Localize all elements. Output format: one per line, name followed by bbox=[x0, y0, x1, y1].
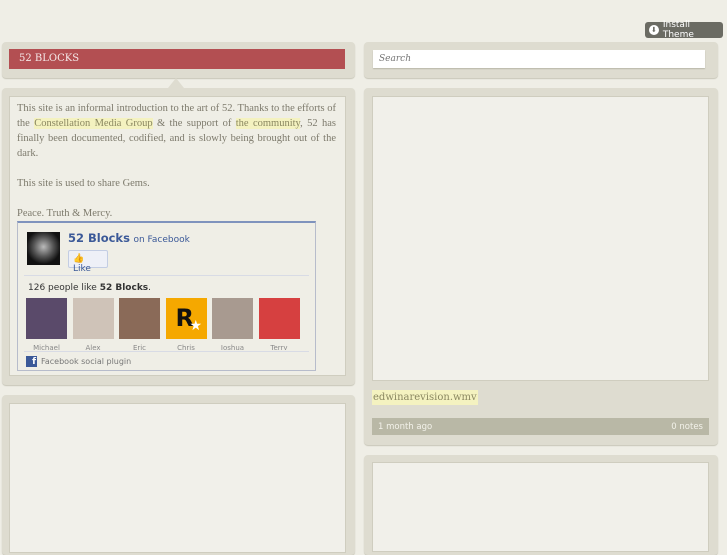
fan-name[interactable]: Joshua bbox=[212, 344, 253, 350]
facebook-page-link[interactable]: 52 Blocks on Facebook bbox=[68, 231, 190, 245]
facebook-icon: f bbox=[26, 356, 37, 367]
divider bbox=[24, 275, 309, 276]
fan-avatar[interactable] bbox=[26, 298, 67, 339]
text: & the support of bbox=[152, 118, 236, 129]
page-name[interactable]: 52 Blocks bbox=[68, 231, 130, 245]
fan-avatar[interactable] bbox=[72, 298, 114, 339]
count-text: 126 people like bbox=[28, 283, 100, 293]
on-facebook[interactable]: on Facebook bbox=[133, 235, 189, 245]
install-theme-button[interactable]: ⬇ Install Theme bbox=[645, 20, 723, 40]
fan-name[interactable]: Michael bbox=[26, 344, 67, 350]
constellation-media-group-link[interactable]: Constellation Media Group bbox=[34, 118, 153, 129]
video-player[interactable] bbox=[372, 96, 709, 381]
like-count: 126 people like 52 Blocks. bbox=[28, 283, 151, 293]
community-link[interactable]: the community bbox=[235, 118, 301, 129]
fan-avatar[interactable]: R ★ bbox=[165, 298, 207, 339]
gems-text: This site is used to share Gems. bbox=[17, 178, 150, 189]
download-icon: ⬇ bbox=[649, 25, 659, 35]
post-meta-bar: 1 month ago 0 notes bbox=[372, 418, 709, 435]
post-caption-link[interactable]: edwinarevision.wmv bbox=[372, 390, 478, 405]
blog-title[interactable]: 52 BLOCKS bbox=[9, 49, 345, 69]
facebook-footer: f Facebook social plugin bbox=[26, 356, 131, 367]
peace-text: Peace. Truth & Mercy. bbox=[17, 208, 113, 219]
search-input[interactable] bbox=[373, 50, 705, 68]
count-page-name: 52 Blocks bbox=[99, 283, 149, 293]
fan-avatar[interactable] bbox=[212, 298, 253, 339]
fan-name[interactable]: Alex bbox=[73, 344, 114, 350]
post-content bbox=[372, 462, 709, 552]
count-suffix: . bbox=[148, 283, 152, 293]
like-button[interactable]: 👍 Like bbox=[68, 250, 108, 274]
footer-text[interactable]: Facebook social plugin bbox=[41, 357, 131, 366]
like-label: Like bbox=[73, 264, 91, 274]
post-content bbox=[9, 403, 346, 553]
fan-name[interactable]: Terry bbox=[259, 344, 300, 350]
page-avatar[interactable] bbox=[27, 232, 60, 265]
facebook-like-box: 52 Blocks on Facebook 👍 Like 126 people … bbox=[17, 221, 316, 371]
thumbs-up-icon: 👍 bbox=[73, 254, 85, 264]
description-text: This site is an informal introduction to… bbox=[17, 101, 336, 161]
fan-name[interactable]: Chris bbox=[166, 344, 207, 350]
fan-name[interactable]: Eric bbox=[119, 344, 160, 350]
fan-avatar[interactable] bbox=[258, 298, 300, 339]
post-time[interactable]: 1 month ago bbox=[378, 422, 432, 432]
fan-avatar[interactable] bbox=[119, 298, 160, 339]
divider bbox=[24, 351, 309, 352]
panel-pointer bbox=[168, 78, 184, 88]
install-theme-label: Install Theme bbox=[662, 20, 694, 40]
post-notes[interactable]: 0 notes bbox=[671, 422, 703, 432]
